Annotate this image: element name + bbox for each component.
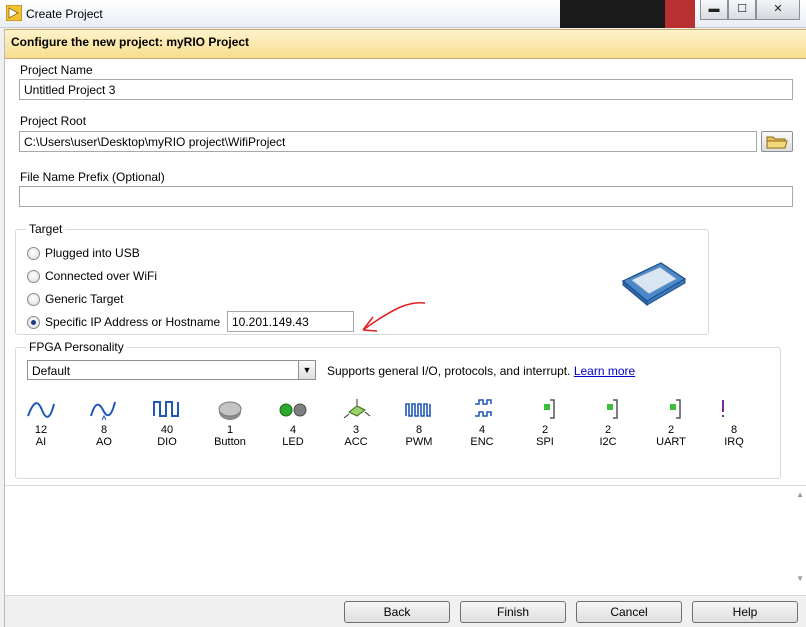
led-icon	[279, 403, 307, 417]
resource-count: 12	[34, 424, 48, 436]
dialog-content: Configure the new project: myRIO Project…	[4, 29, 806, 627]
fpga-legend: FPGA Personality	[26, 340, 127, 354]
resource-led: 4 LED	[263, 398, 323, 448]
resource-ai: 12 AI	[11, 398, 71, 448]
resource-irq: 8 IRQ	[704, 398, 764, 448]
resource-dio: 40 DIO	[137, 398, 197, 448]
file-prefix-input[interactable]	[19, 186, 793, 207]
project-name-label: Project Name	[20, 63, 93, 77]
resource-enc: 4 ENC	[452, 398, 512, 448]
maximize-button[interactable]: ☐	[728, 0, 756, 20]
labview-app-icon	[6, 5, 22, 21]
resource-name: PWM	[405, 436, 433, 448]
background-window-strip-red	[665, 0, 695, 28]
resource-name: ENC	[470, 436, 494, 448]
help-button[interactable]: Help	[692, 601, 798, 623]
folder-icon	[766, 136, 788, 149]
select-value: Default	[32, 364, 71, 378]
resource-count: 2	[604, 424, 612, 436]
ao-icon	[90, 401, 116, 421]
irq-icon	[722, 400, 724, 417]
resource-name: IRQ	[724, 436, 744, 448]
cancel-button[interactable]: Cancel	[576, 601, 682, 623]
scroll-down-icon[interactable]: ▼	[796, 574, 804, 583]
browse-folder-button[interactable]	[761, 131, 793, 152]
ai-icon	[27, 402, 55, 418]
resource-ao: 8 AO	[74, 398, 134, 448]
radio-specific-ip[interactable]: Specific IP Address or Hostname	[27, 315, 220, 329]
back-button[interactable]: Back	[344, 601, 450, 623]
learn-more-link[interactable]: Learn more	[574, 364, 635, 378]
dio-icon	[153, 401, 179, 417]
project-name-input[interactable]: Untitled Project 3	[19, 79, 793, 100]
radio-label: Generic Target	[45, 292, 124, 306]
radio-label: Connected over WiFi	[45, 269, 158, 283]
accelerometer-icon	[343, 399, 371, 419]
scroll-up-icon[interactable]: ▲	[796, 490, 804, 499]
resource-name: ACC	[344, 436, 368, 448]
radio-label: Plugged into USB	[45, 246, 140, 260]
resource-button: 1 Button	[200, 398, 260, 448]
radio-plugged-usb[interactable]: Plugged into USB	[27, 246, 140, 260]
radio-label: Specific IP Address or Hostname	[45, 315, 221, 329]
description-area: ▲ ▼	[5, 485, 806, 595]
fpga-description: Supports general I/O, protocols, and int…	[327, 364, 635, 378]
resource-count: 2	[667, 424, 675, 436]
radio-generic-target[interactable]: Generic Target	[27, 292, 124, 306]
resource-name: I2C	[599, 436, 617, 448]
resource-count: 8	[415, 424, 423, 436]
resource-count: 3	[352, 424, 360, 436]
resource-acc: 3 ACC	[326, 398, 386, 448]
window-title: Create Project	[26, 7, 103, 21]
uart-icon	[670, 399, 681, 419]
footer-bar: Back Finish Cancel Help	[5, 595, 806, 627]
title-bar: Create Project ▬ ☐ ✕	[0, 0, 806, 28]
resource-count: 2	[541, 424, 549, 436]
finish-button[interactable]: Finish	[460, 601, 566, 623]
resource-count: 4	[289, 424, 297, 436]
ip-address-input[interactable]: 10.201.149.43	[227, 311, 354, 332]
page-header: Configure the new project: myRIO Project	[5, 29, 806, 59]
fpga-personality-select[interactable]: Default ▼	[27, 360, 316, 380]
radio-connected-wifi[interactable]: Connected over WiFi	[27, 269, 157, 283]
resource-name: SPI	[536, 436, 554, 448]
button-icon	[218, 401, 242, 420]
chevron-down-icon[interactable]: ▼	[298, 361, 315, 379]
radio-button[interactable]	[27, 246, 40, 260]
close-button[interactable]: ✕	[756, 0, 800, 20]
resource-pwm: 8 PWM	[389, 398, 449, 448]
radio-button[interactable]	[27, 292, 40, 306]
i2c-icon	[607, 399, 618, 419]
fpga-description-text: Supports general I/O, protocols, and int…	[327, 364, 571, 378]
resource-name: UART	[656, 436, 686, 448]
resource-name: AI	[35, 436, 47, 448]
resource-name: LED	[282, 436, 304, 448]
encoder-icon	[475, 399, 492, 417]
spi-icon	[544, 399, 555, 419]
resource-count: 1	[226, 424, 234, 436]
annotation-arrow-icon	[362, 301, 426, 332]
minimize-button[interactable]: ▬	[700, 0, 728, 20]
resource-i2c: 2 I2C	[578, 398, 638, 448]
target-legend: Target	[26, 222, 66, 236]
pwm-icon	[405, 403, 431, 417]
myrio-device-icon	[621, 262, 687, 307]
radio-button[interactable]	[27, 269, 40, 283]
resource-count: 40	[160, 424, 174, 436]
resource-name: DIO	[157, 436, 177, 448]
resource-count: 4	[478, 424, 486, 436]
resource-count: 8	[730, 424, 738, 436]
resource-name: AO	[96, 436, 112, 448]
project-root-label: Project Root	[20, 114, 87, 128]
resource-count: 8	[100, 424, 108, 436]
resource-spi: 2 SPI	[515, 398, 575, 448]
resource-uart: 2 UART	[641, 398, 701, 448]
project-root-input[interactable]: C:\Users\user\Desktop\myRIO project\Wifi…	[19, 131, 757, 152]
file-prefix-label: File Name Prefix (Optional)	[20, 170, 165, 184]
radio-button-checked[interactable]	[27, 315, 40, 329]
background-window-strip	[560, 0, 670, 28]
resource-name: Button	[214, 436, 246, 448]
